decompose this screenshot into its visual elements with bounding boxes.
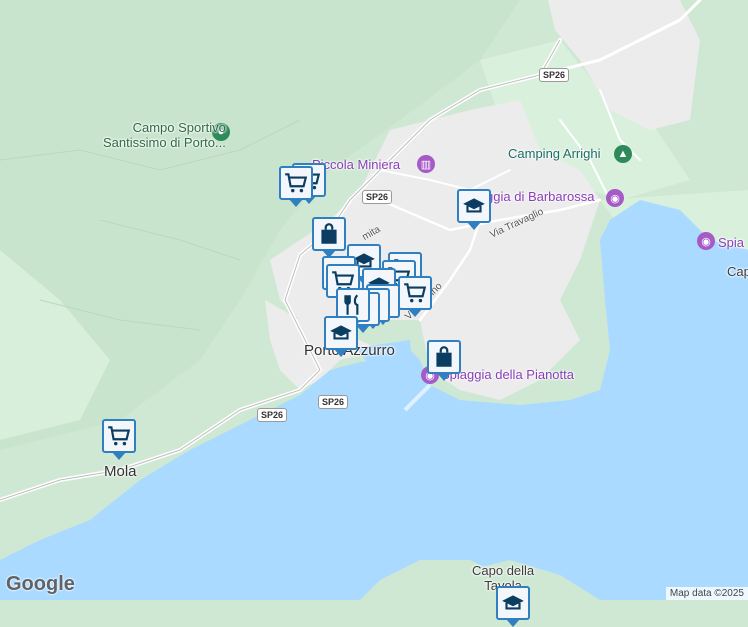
- school-pin[interactable]: [457, 189, 491, 230]
- shopping-cart-pin[interactable]: [279, 166, 313, 207]
- road-shield-sp26: SP26: [539, 68, 570, 82]
- place-label-spiaggia-right: Spia: [718, 235, 745, 250]
- road-shield-sp26: SP26: [257, 408, 288, 422]
- shopping-cart-pin[interactable]: [398, 276, 432, 317]
- museum-icon[interactable]: ▥: [417, 155, 435, 173]
- place-label-cap-right: Cap: [727, 264, 748, 279]
- shopping-bag-pin[interactable]: [312, 217, 346, 258]
- shopping-cart-pin[interactable]: [102, 419, 136, 460]
- school-icon: [463, 198, 485, 213]
- campo-line: Campo Sportivo Santissimo di Porto...: [103, 120, 226, 150]
- school-icon: [502, 595, 524, 610]
- school-pin[interactable]: [324, 316, 358, 357]
- shopping-cart-icon: [404, 283, 427, 303]
- map-attribution[interactable]: Map data ©2025: [665, 587, 748, 600]
- place-label-campo-sportivo: Campo Sportivo Santissimo di Porto...: [103, 120, 226, 150]
- shopping-bag-icon: [321, 223, 337, 244]
- school-icon: [330, 325, 352, 340]
- restaurant-icon: [344, 294, 359, 315]
- shopping-bag-pin[interactable]: [427, 340, 461, 381]
- camera-icon[interactable]: ◉: [606, 189, 624, 207]
- shopping-bag-icon: [436, 346, 452, 367]
- campground-icon[interactable]: ▲: [614, 145, 632, 163]
- road-shield-sp26: SP26: [318, 395, 349, 409]
- camera-icon[interactable]: ◉: [697, 232, 715, 250]
- google-logo[interactable]: Google: [6, 573, 75, 596]
- place-label-mola: Mola: [104, 463, 137, 480]
- place-label-camping-arrighi: Camping Arrighi: [508, 146, 601, 161]
- shopping-cart-icon: [285, 173, 308, 193]
- road-shield-sp26: SP26: [362, 190, 393, 204]
- shopping-cart-icon: [108, 426, 131, 446]
- school-pin[interactable]: [496, 586, 530, 627]
